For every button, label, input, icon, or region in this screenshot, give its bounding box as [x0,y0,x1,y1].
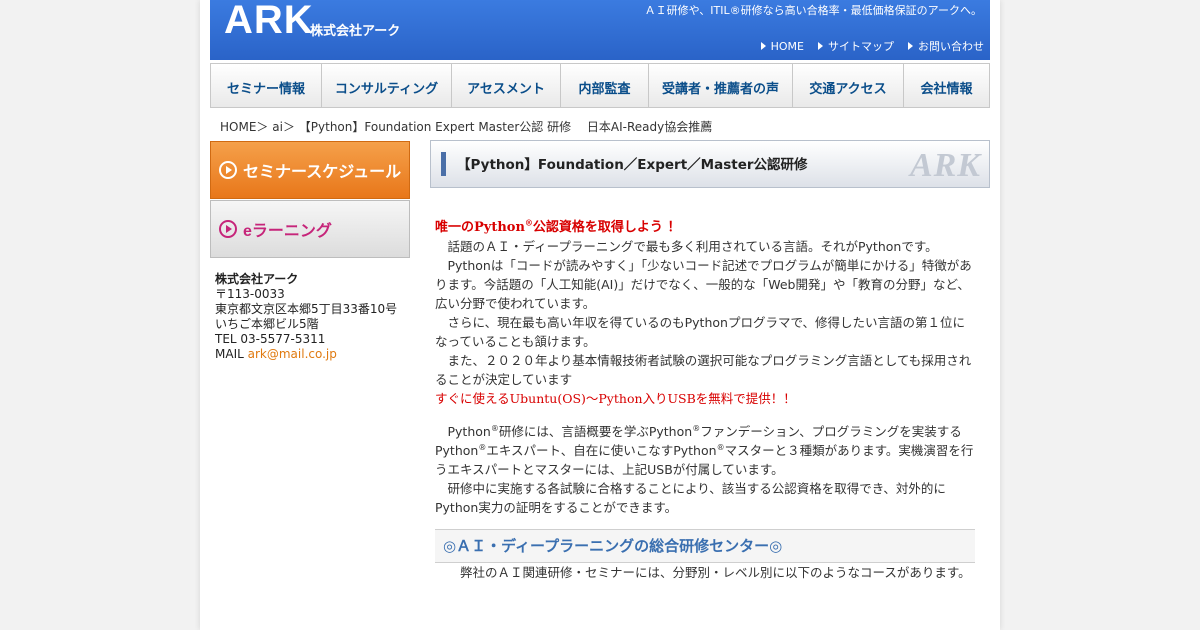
mail-row: MAIL ark@mail.co.jp [215,347,337,361]
address-line-2: いちご本郷ビル5階 [215,317,319,331]
breadcrumb-home[interactable]: HOME [220,120,256,134]
site-logo[interactable]: ARK [224,0,314,43]
home-link[interactable]: HOME [760,38,804,54]
phone: TEL 03-5577-5311 [215,332,326,346]
nav-internal-audit[interactable]: 内部監査 [561,64,649,107]
nav-assessment[interactable]: アセスメント [452,64,561,107]
triangle-right-icon [908,42,913,50]
title-accent-bar [441,152,446,176]
paragraph-7: 弊社のＡＩ関連研修・セミナーには、分野別・レベル別に以下のようなコースがあります… [435,565,971,580]
nav-consulting[interactable]: コンサルティング [322,64,452,107]
breadcrumb-ai[interactable]: ai [272,120,283,134]
arrow-circle-icon [219,161,237,179]
triangle-right-icon [818,42,823,50]
headline: 唯一のPython®公認資格を取得しよう ！ [435,217,681,235]
contact-link[interactable]: お問い合わせ [908,38,984,54]
header-tagline: ＡＩ研修や、ITIL®研修なら高い合格率・最低価格保証のアークへ。 [644,4,982,17]
breadcrumb: HOME＞ ai＞ 【Python】Foundation Expert Mast… [220,120,713,134]
section-heading: ◎ＡＩ・ディープラーニングの総合研修センター◎ [435,529,975,563]
header-links: HOME サイトマップ お問い合わせ [760,38,984,54]
arrow-circle-icon [219,220,237,238]
address-line-1: 東京都文京区本郷5丁目33番10号 [215,302,398,316]
page-title: 【Python】Foundation／Expert／Master公認研修 [457,157,808,173]
seminar-schedule-banner[interactable]: セミナースケジュール [210,141,410,199]
company-name: 株式会社アーク [215,272,299,286]
nav-access[interactable]: 交通アクセス [793,64,904,107]
postal-code: 〒113-0033 [215,287,285,301]
main-content: 唯一のPython®公認資格を取得しよう ！ 話題のＡＩ・ディープラーニングで最… [435,218,975,582]
usb-note: すぐに使えるUbuntu(OS)～Python入りUSBを無料で提供！！ [435,391,796,406]
paragraph-4: また、２０２０年より基本情報技術者試験の選択可能なプログラミング言語としても採用… [435,353,972,387]
sitemap-link[interactable]: サイトマップ [818,38,894,54]
company-info: 株式会社アーク 〒113-0033 東京都文京区本郷5丁目33番10号 いちご本… [215,272,410,362]
paragraph-6: 研修中に実施する各試験に合格することにより、該当する公認資格を取得でき、対外的に… [435,481,946,515]
company-name-logo: 株式会社アーク [310,23,401,38]
nav-voices[interactable]: 受講者・推薦者の声 [649,64,793,107]
page-container: ARK 株式会社アーク ＡＩ研修や、ITIL®研修なら高い合格率・最低価格保証の… [200,0,1000,630]
site-header: ARK 株式会社アーク ＡＩ研修や、ITIL®研修なら高い合格率・最低価格保証の… [210,0,990,60]
main-nav: セミナー情報 コンサルティング アセスメント 内部監査 受講者・推薦者の声 交通… [210,63,990,108]
paragraph-5: Python®研修には、言語概要を学ぶPython®ファンデーション、プログラミ… [435,423,974,477]
nav-company[interactable]: 会社情報 [904,64,989,107]
triangle-right-icon [760,42,766,50]
breadcrumb-current: 【Python】Foundation Expert Master公認 研修 日本… [298,120,713,134]
ark-watermark-logo: ARK [909,147,981,184]
paragraph-3: さらに、現在最も高い年収を得ているのもPythonプログラマで、修得したい言語の… [435,315,965,349]
nav-seminar[interactable]: セミナー情報 [211,64,322,107]
elearning-banner[interactable]: eラーニング [210,200,410,258]
paragraph-1: 話題のＡＩ・ディープラーニングで最も多く利用されている言語。それがPythonで… [435,239,938,254]
page-title-box: 【Python】Foundation／Expert／Master公認研修 ARK [430,140,990,188]
paragraph-2: Pythonは「コードが読みやすく」「少ないコード記述でプログラムが簡単にかける… [435,258,972,311]
mail-link[interactable]: ark@mail.co.jp [248,347,337,361]
